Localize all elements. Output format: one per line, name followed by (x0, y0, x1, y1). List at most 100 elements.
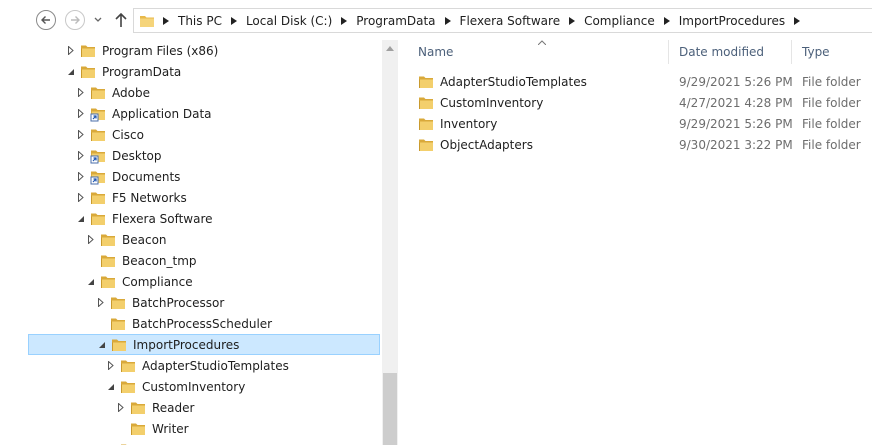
folder-icon (90, 190, 106, 206)
up-arrow-icon[interactable] (113, 11, 129, 29)
folder-icon (418, 116, 434, 132)
recent-locations-chevron-icon[interactable] (93, 15, 103, 25)
tree-item[interactable]: Beacon (28, 229, 380, 250)
tree-scrollbar[interactable] (382, 40, 398, 445)
tree-item[interactable]: Flexera Software (28, 208, 380, 229)
expanded-caret-icon[interactable] (66, 67, 76, 77)
tree-item-label: Compliance (122, 274, 193, 289)
tree-item[interactable]: BatchProcessor (28, 292, 380, 313)
tree-item-label: BatchProcessor (132, 295, 225, 310)
folder-icon (130, 421, 146, 437)
tree-item-label: Desktop (112, 148, 162, 163)
tree-item[interactable]: Writer (28, 418, 380, 439)
tree-item[interactable]: Compliance (28, 271, 380, 292)
file-name-cell: ObjectAdapters (408, 137, 669, 153)
tree-item[interactable]: Application Data (28, 103, 380, 124)
tree-item[interactable]: Adobe (28, 82, 380, 103)
navigation-tree: Program Files (x86) ProgramData Adobe Appli… (28, 40, 382, 445)
back-arrow-icon (41, 16, 50, 24)
tree-item[interactable]: Documents (28, 166, 380, 187)
folder-shortcut-icon (90, 148, 106, 164)
tree-item-label: Program Files (x86) (102, 43, 219, 58)
breadcrumb-separator-icon[interactable] (338, 15, 350, 27)
tree-item-label: CustomInventory (142, 379, 246, 394)
column-header-type[interactable]: Type (792, 40, 872, 64)
expanded-caret-icon[interactable] (106, 382, 116, 392)
folder-icon (111, 337, 127, 353)
tree-item[interactable]: BatchProcessScheduler (28, 313, 380, 334)
column-header-name[interactable]: Name (408, 40, 669, 64)
forward-arrow-icon (71, 16, 80, 24)
tree-item[interactable]: AdapterStudioTemplates (28, 355, 380, 376)
tree-item[interactable] (28, 439, 380, 445)
breadcrumb-flexera-software[interactable]: Flexera Software (456, 14, 565, 28)
file-row[interactable]: AdapterStudioTemplates 9/29/2021 5:26 PM F… (408, 71, 872, 92)
file-type: File folder (802, 95, 861, 110)
collapsed-caret-icon[interactable] (76, 193, 86, 203)
tree-item-label: Adobe (112, 85, 150, 100)
collapsed-caret-icon[interactable] (66, 46, 76, 56)
file-name: Inventory (440, 116, 498, 131)
collapsed-caret-icon[interactable] (76, 109, 86, 119)
breadcrumb-separator-icon[interactable] (791, 15, 803, 27)
tree-item[interactable]: F5 Networks (28, 187, 380, 208)
file-type: File folder (802, 137, 861, 152)
breadcrumb-local-disk[interactable]: Local Disk (C:) (242, 14, 336, 28)
tree-item[interactable]: ImportProcedures (28, 334, 380, 355)
collapsed-caret-icon[interactable] (96, 298, 106, 308)
tree-item[interactable]: Program Files (x86) (28, 40, 380, 61)
breadcrumb-separator-icon[interactable] (228, 15, 240, 27)
breadcrumb-compliance[interactable]: Compliance (580, 14, 659, 28)
collapsed-caret-icon[interactable] (86, 235, 96, 245)
tree-item[interactable]: Reader (28, 397, 380, 418)
forward-button[interactable] (65, 10, 85, 30)
breadcrumb-importprocedures[interactable]: ImportProcedures (675, 14, 789, 28)
collapsed-caret-icon[interactable] (76, 172, 86, 182)
back-button[interactable] (36, 10, 56, 30)
collapsed-caret-icon[interactable] (76, 130, 86, 140)
tree-item[interactable]: CustomInventory (28, 376, 380, 397)
column-header-date-modified[interactable]: Date modified (669, 40, 792, 64)
breadcrumb-separator-icon[interactable] (160, 15, 172, 27)
window-edge (0, 40, 28, 445)
breadcrumb-separator-icon[interactable] (661, 15, 673, 27)
file-row[interactable]: ObjectAdapters 9/30/2021 3:22 PM File fold… (408, 134, 872, 155)
file-date: 9/30/2021 3:22 PM (679, 137, 793, 152)
file-list-header: Name Date modified Type (408, 40, 872, 64)
file-row[interactable]: Inventory 9/29/2021 5:26 PM File folder (408, 113, 872, 134)
folder-icon (90, 211, 106, 227)
tree-item[interactable]: ProgramData (28, 61, 380, 82)
folder-shortcut-icon (90, 106, 106, 122)
folder-icon (90, 127, 106, 143)
folder-icon (80, 43, 96, 59)
scrollbar-thumb[interactable] (383, 373, 397, 445)
folder-icon (100, 253, 116, 269)
breadcrumb-this-pc[interactable]: This PC (174, 14, 226, 28)
folder-icon (110, 295, 126, 311)
tree-item[interactable]: Cisco (28, 124, 380, 145)
expanded-caret-icon[interactable] (76, 214, 86, 224)
column-name-label: Name (418, 45, 454, 59)
expanded-caret-icon[interactable] (97, 340, 107, 350)
folder-icon (418, 95, 434, 111)
scroll-up-arrow-icon[interactable] (386, 46, 394, 51)
expanded-caret-icon[interactable] (86, 277, 96, 287)
breadcrumb-separator-icon[interactable] (442, 15, 454, 27)
address-bar[interactable]: This PC Local Disk (C:) ProgramData Flex… (133, 8, 872, 33)
collapsed-caret-icon[interactable] (76, 88, 86, 98)
collapsed-caret-icon[interactable] (76, 151, 86, 161)
tree-item-label: F5 Networks (112, 190, 187, 205)
file-type: File folder (802, 74, 861, 89)
breadcrumb-programdata[interactable]: ProgramData (352, 14, 439, 28)
tree-item-label: Beacon (122, 232, 167, 247)
file-date: 9/29/2021 5:26 PM (679, 116, 793, 131)
file-row[interactable]: CustomInventory 4/27/2021 4:28 PM File fol… (408, 92, 872, 113)
tree-item[interactable]: Beacon_tmp (28, 250, 380, 271)
breadcrumb-separator-icon[interactable] (566, 15, 578, 27)
folder-icon (100, 274, 116, 290)
collapsed-caret-icon[interactable] (106, 361, 116, 371)
collapsed-caret-icon[interactable] (116, 403, 126, 413)
tree-item[interactable]: Desktop (28, 145, 380, 166)
